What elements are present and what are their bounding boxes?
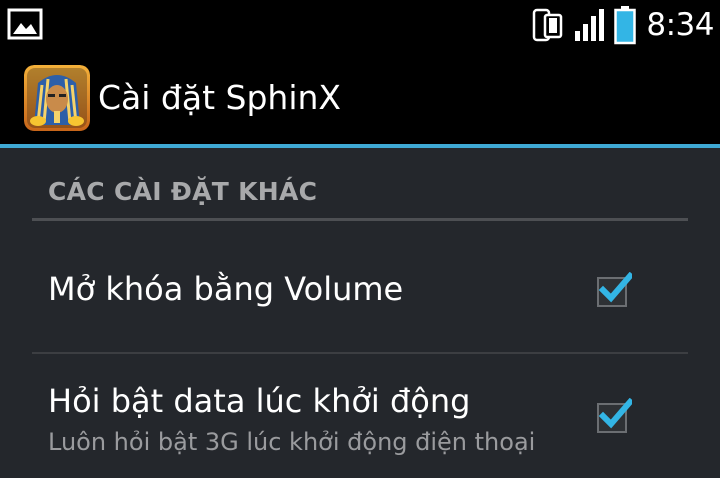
setting-title: Hỏi bật data lúc khởi động	[48, 382, 471, 420]
signal-strength-icon	[574, 7, 605, 43]
section-divider	[32, 218, 688, 221]
phone-vibrate-icon	[532, 7, 566, 43]
status-time: 8:34	[646, 7, 714, 43]
page-title: Cài đặt SphinX	[98, 78, 342, 117]
setting-summary: Luôn hỏi bật 3G lúc khởi động điện thoại	[48, 428, 536, 456]
action-bar-underline	[0, 144, 720, 148]
setting-ask-data-on-boot[interactable]: Hỏi bật data lúc khởi động Luôn hỏi bật …	[0, 354, 720, 478]
status-bar: 8:34	[0, 0, 720, 50]
unlock-volume-checkbox[interactable]	[596, 271, 635, 308]
status-icons: 8:34	[532, 0, 714, 50]
setting-title: Mở khóa bằng Volume	[48, 270, 404, 308]
image-notification-icon	[7, 8, 43, 40]
battery-icon	[614, 5, 637, 45]
sphinx-app-icon[interactable]	[24, 65, 90, 131]
section-header: CÁC CÀI ĐẶT KHÁC	[48, 177, 318, 206]
setting-unlock-by-volume[interactable]: Mở khóa bằng Volume	[0, 222, 720, 352]
ask-data-checkbox[interactable]	[596, 397, 635, 434]
